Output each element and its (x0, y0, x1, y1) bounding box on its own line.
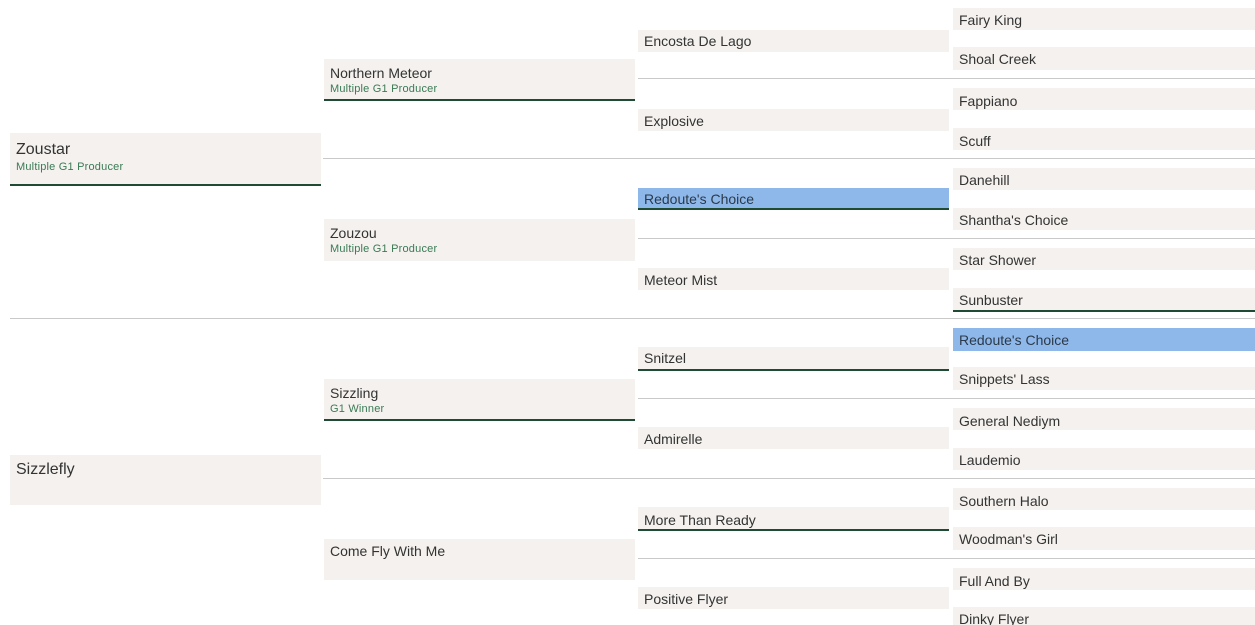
horse-name[interactable]: Zouzou (330, 225, 635, 241)
gen4-box[interactable]: Danehill (953, 168, 1255, 190)
horse-name[interactable]: Northern Meteor (330, 65, 635, 81)
horse-name[interactable]: Redoute's Choice (959, 332, 1255, 348)
horse-name[interactable]: Snitzel (644, 350, 949, 366)
gen3-box[interactable]: Encosta De Lago (638, 30, 949, 52)
horse-name[interactable]: Woodman's Girl (959, 531, 1255, 547)
gen4-box[interactable]: Star Shower (953, 248, 1255, 270)
gen4-box[interactable]: Southern Halo (953, 488, 1255, 510)
horse-name[interactable]: Snippets' Lass (959, 371, 1255, 387)
gen4-box[interactable]: Shantha's Choice (953, 208, 1255, 230)
gen3-box[interactable]: Redoute's Choice (638, 188, 949, 210)
pedigree-chart: Zoustar Multiple G1 Producer Sizzlefly N… (0, 0, 1255, 625)
dam-name[interactable]: Sizzlefly (16, 461, 321, 479)
gen3-box[interactable]: Snitzel (638, 347, 949, 371)
gen2-box[interactable]: Come Fly With Me (324, 539, 635, 580)
gen4-box[interactable]: Full And By (953, 568, 1255, 590)
sire-name[interactable]: Zoustar (16, 141, 321, 159)
gen4-box[interactable]: Shoal Creek (953, 47, 1255, 70)
horse-name[interactable]: Shantha's Choice (959, 212, 1255, 228)
horse-name[interactable]: Explosive (644, 113, 949, 129)
divider-gen3-a (638, 78, 1255, 79)
horse-name[interactable]: Laudemio (959, 452, 1255, 468)
horse-name[interactable]: Scuff (959, 133, 1255, 149)
gen4-box[interactable]: Laudemio (953, 448, 1255, 470)
horse-name[interactable]: Sizzling (330, 385, 635, 401)
gen3-box[interactable]: Meteor Mist (638, 268, 949, 290)
horse-name[interactable]: Fappiano (959, 93, 1255, 109)
dam-box[interactable]: Sizzlefly (10, 455, 321, 505)
horse-name[interactable]: Star Shower (959, 252, 1255, 268)
horse-note: Multiple G1 Producer (330, 243, 438, 255)
gen4-box[interactable]: Dinky Flyer (953, 607, 1255, 625)
gen4-box[interactable]: Fairy King (953, 8, 1255, 30)
horse-name[interactable]: Admirelle (644, 431, 949, 447)
horse-name[interactable]: General Nediym (959, 413, 1255, 429)
horse-name[interactable]: Shoal Creek (959, 51, 1255, 67)
horse-name[interactable]: More Than Ready (644, 512, 949, 528)
gen4-box[interactable]: Fappiano (953, 88, 1255, 110)
horse-name[interactable]: Positive Flyer (644, 591, 949, 607)
gen4-box[interactable]: General Nediym (953, 408, 1255, 430)
horse-name[interactable]: Sunbuster (959, 292, 1255, 308)
gen4-box[interactable]: Scuff (953, 128, 1255, 150)
sire-box[interactable]: Zoustar Multiple G1 Producer (10, 133, 321, 186)
divider-gen3-b (638, 238, 1255, 239)
gen2-box[interactable]: Sizzling G1 Winner (324, 379, 635, 421)
horse-name[interactable]: Dinky Flyer (959, 611, 1255, 625)
gen2-box[interactable]: Northern Meteor Multiple G1 Producer (324, 59, 635, 101)
horse-name[interactable]: Southern Halo (959, 493, 1255, 509)
divider-gen2-b (323, 478, 1255, 479)
gen3-box[interactable]: Admirelle (638, 427, 949, 449)
gen4-box[interactable]: Redoute's Choice (953, 328, 1255, 351)
horse-name[interactable]: Come Fly With Me (330, 543, 635, 559)
horse-name[interactable]: Full And By (959, 573, 1255, 589)
horse-name[interactable]: Fairy King (959, 12, 1255, 28)
gen4-box[interactable]: Snippets' Lass (953, 367, 1255, 390)
horse-name[interactable]: Meteor Mist (644, 272, 949, 288)
horse-name[interactable]: Danehill (959, 172, 1255, 188)
horse-name[interactable]: Encosta De Lago (644, 33, 949, 49)
horse-note: Multiple G1 Producer (330, 83, 438, 95)
divider-gen3-d (638, 558, 1255, 559)
horse-note: G1 Winner (330, 403, 385, 415)
gen3-box[interactable]: Positive Flyer (638, 587, 949, 609)
divider-sire-dam (10, 318, 1255, 319)
gen4-box[interactable]: Sunbuster (953, 288, 1255, 312)
gen2-box[interactable]: Zouzou Multiple G1 Producer (324, 219, 635, 261)
divider-gen2-a (323, 158, 1255, 159)
gen3-box[interactable]: More Than Ready (638, 507, 949, 531)
divider-gen3-c (638, 398, 1255, 399)
gen4-box[interactable]: Woodman's Girl (953, 527, 1255, 550)
gen3-box[interactable]: Explosive (638, 109, 949, 131)
horse-name[interactable]: Redoute's Choice (644, 191, 949, 207)
sire-note: Multiple G1 Producer (16, 161, 124, 173)
